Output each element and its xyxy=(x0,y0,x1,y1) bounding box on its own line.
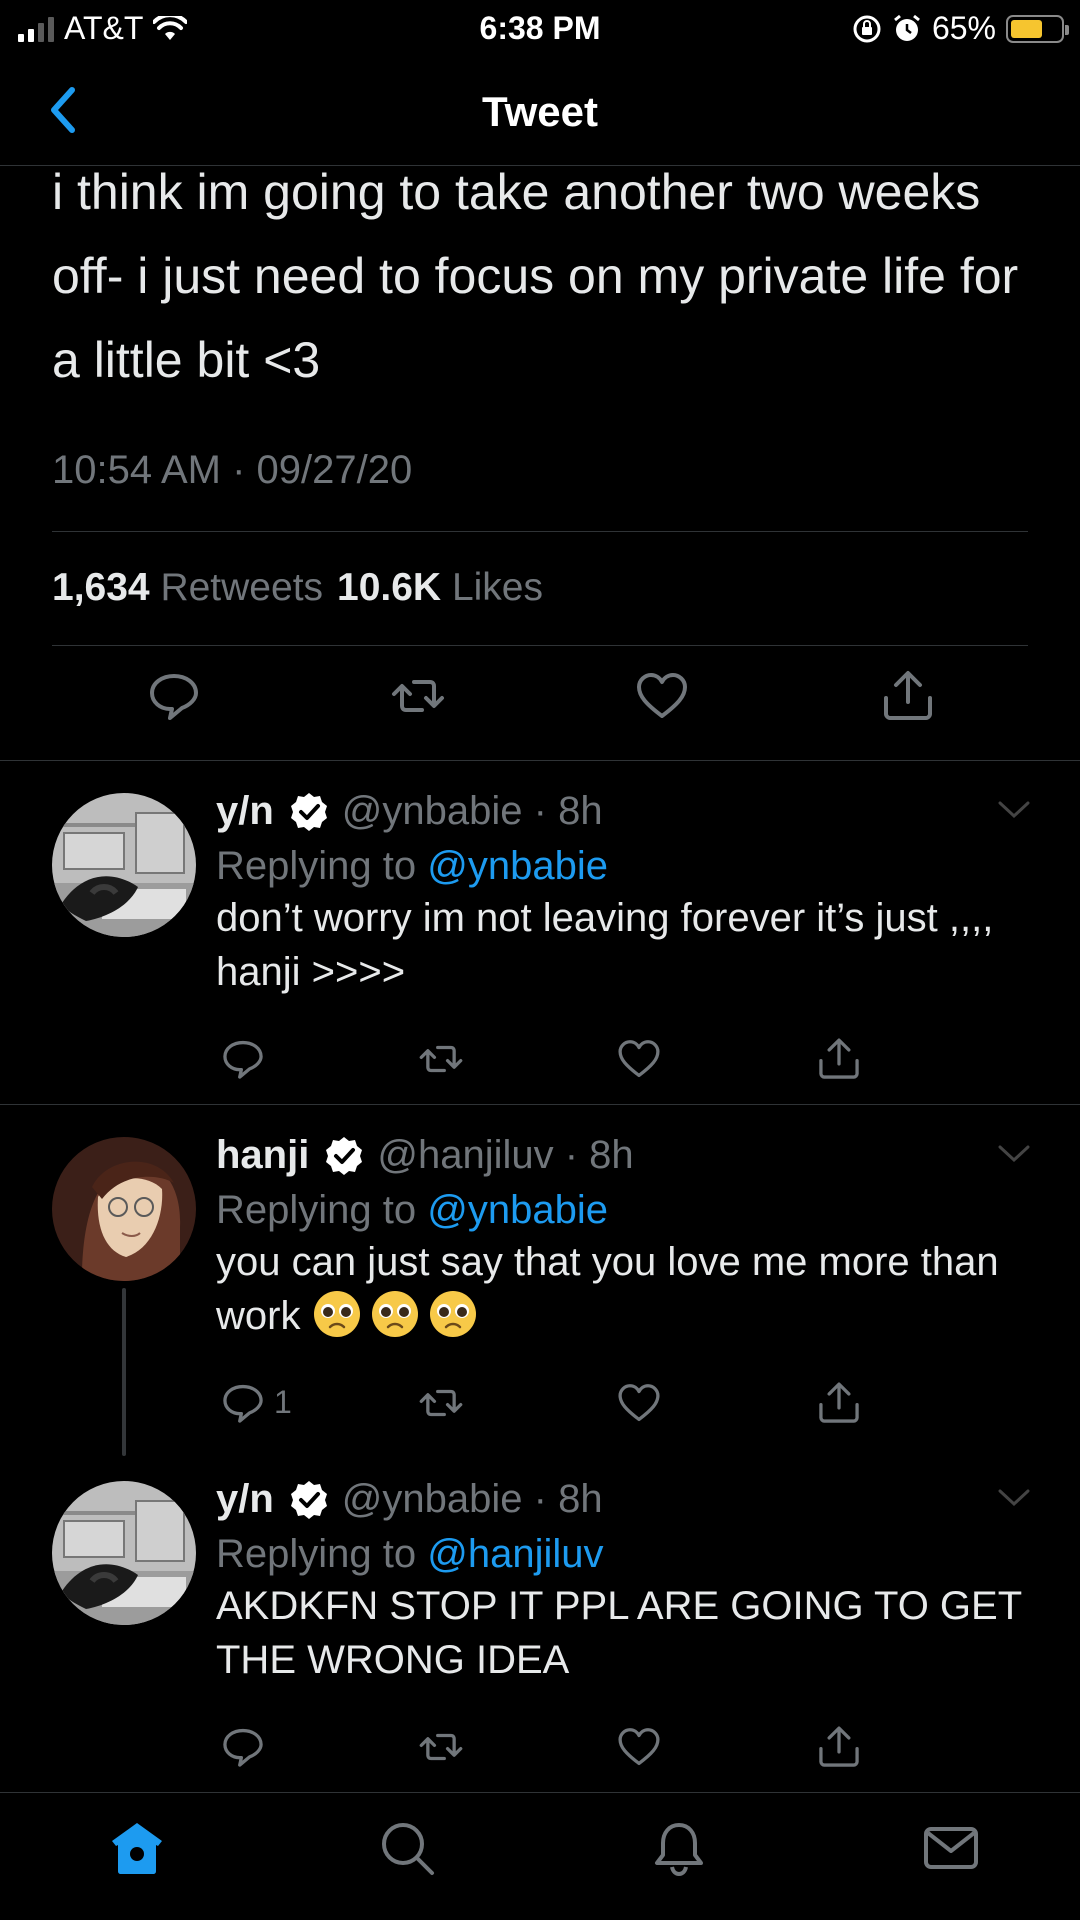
pleading-face-emoji-icon xyxy=(371,1291,418,1337)
verified-icon xyxy=(290,1480,327,1519)
verified-icon xyxy=(290,792,327,831)
orientation-lock-icon xyxy=(853,15,881,42)
share-icon[interactable] xyxy=(816,1380,862,1426)
reply-icon[interactable] xyxy=(220,1380,266,1426)
home-icon[interactable] xyxy=(108,1819,166,1877)
battery-fill xyxy=(1011,19,1043,38)
reply-actions xyxy=(0,1036,1080,1086)
heart-icon[interactable] xyxy=(616,1724,662,1770)
retweets-label: Retweets xyxy=(160,566,324,609)
heart-icon[interactable] xyxy=(616,1036,662,1082)
reply-handle[interactable]: @ynbabie · 8h xyxy=(342,789,603,834)
page-title: Tweet xyxy=(482,88,598,135)
heart-icon[interactable] xyxy=(634,668,690,724)
avatar[interactable] xyxy=(52,1137,196,1281)
pleading-face-emoji-icon xyxy=(313,1291,360,1337)
mail-icon[interactable] xyxy=(922,1819,980,1877)
battery-percent: 65% xyxy=(931,10,996,46)
reply-handle[interactable]: @ynbabie · 8h xyxy=(342,1477,603,1522)
chevron-down-icon[interactable] xyxy=(996,1142,1032,1166)
retweet-icon[interactable] xyxy=(390,668,446,724)
chevron-down-icon[interactable] xyxy=(996,798,1032,822)
retweet-icon[interactable] xyxy=(418,1724,464,1770)
share-icon[interactable] xyxy=(816,1724,862,1770)
reply-actions: 1 xyxy=(0,1380,1080,1430)
likes-label: Likes xyxy=(451,566,543,609)
tweet-actions xyxy=(0,668,1080,738)
divider xyxy=(0,1104,1080,1105)
tweet-timestamp: 10:54 AM · 09/27/20 xyxy=(52,448,413,492)
reply-body: you can just say that you love me more t… xyxy=(216,1235,1046,1343)
likes-count: 10.6K xyxy=(337,566,442,609)
reply-handle[interactable]: @hanjiluv · 8h xyxy=(377,1133,633,1178)
chevron-down-icon[interactable] xyxy=(996,1486,1032,1510)
tab-bar xyxy=(0,1792,1080,1920)
retweets-stat[interactable]: 1,634 Retweets xyxy=(52,566,323,610)
divider xyxy=(52,645,1028,646)
replying-to-mention[interactable]: @ynbabie xyxy=(427,1188,608,1232)
reply-text: don’t worry im not leaving forever it’s … xyxy=(216,896,994,994)
reply-author-name[interactable]: y/n xyxy=(216,1477,274,1522)
replying-to-prefix: Replying to xyxy=(216,1532,428,1576)
bell-icon[interactable] xyxy=(650,1819,708,1877)
status-right: 65% xyxy=(852,10,1069,47)
avatar[interactable] xyxy=(52,1481,196,1625)
tweet-text: i think im going to take another two wee… xyxy=(52,164,1019,388)
reply-header: y/n @ynbabie · 8h xyxy=(216,1477,603,1522)
status-bar: AT&T 6:38 PM 65% xyxy=(0,0,1080,54)
divider xyxy=(52,531,1028,532)
avatar-image xyxy=(52,1481,196,1625)
alarm-icon xyxy=(894,14,920,41)
retweets-count: 1,634 xyxy=(52,566,150,609)
pleading-face-emoji-icon xyxy=(429,1291,476,1337)
thread-line xyxy=(122,1288,126,1456)
replying-to-mention[interactable]: @hanjiluv xyxy=(427,1532,603,1576)
replying-to: Replying to @ynbabie xyxy=(216,844,608,889)
share-icon[interactable] xyxy=(816,1036,862,1082)
replying-to: Replying to @hanjiluv xyxy=(216,1532,603,1577)
search-icon[interactable] xyxy=(378,1819,436,1877)
tweet-stats: 1,634 Retweets 10.6K Likes xyxy=(52,566,543,610)
replying-to-prefix: Replying to xyxy=(216,844,428,888)
verified-icon xyxy=(326,1136,363,1175)
reply-icon[interactable] xyxy=(220,1036,266,1082)
reply-header: y/n @ynbabie · 8h xyxy=(216,789,603,834)
avatar[interactable] xyxy=(52,793,196,937)
reply-count: 1 xyxy=(274,1384,292,1420)
replying-to: Replying to @ynbabie xyxy=(216,1188,608,1233)
reply-icon[interactable] xyxy=(220,1724,266,1770)
likes-stat[interactable]: 10.6K Likes xyxy=(337,566,543,610)
replying-to-prefix: Replying to xyxy=(216,1188,428,1232)
reply-header: hanji @hanjiluv · 8h xyxy=(216,1133,634,1178)
replying-to-mention[interactable]: @ynbabie xyxy=(427,844,608,888)
retweet-icon[interactable] xyxy=(418,1036,464,1082)
reply-text: AKDKFN STOP IT PPL ARE GOING TO GET THE … xyxy=(216,1584,1022,1682)
reply-actions xyxy=(0,1724,1080,1774)
heart-icon[interactable] xyxy=(616,1380,662,1426)
retweet-icon[interactable] xyxy=(418,1380,464,1426)
reply-author-name[interactable]: hanji xyxy=(216,1133,309,1178)
avatar-image xyxy=(52,793,196,937)
divider xyxy=(0,760,1080,761)
share-icon[interactable] xyxy=(880,668,936,724)
reply-author-name[interactable]: y/n xyxy=(216,789,274,834)
battery-icon xyxy=(1006,14,1069,43)
reply-icon[interactable] xyxy=(146,668,202,724)
avatar-image xyxy=(52,1137,196,1281)
